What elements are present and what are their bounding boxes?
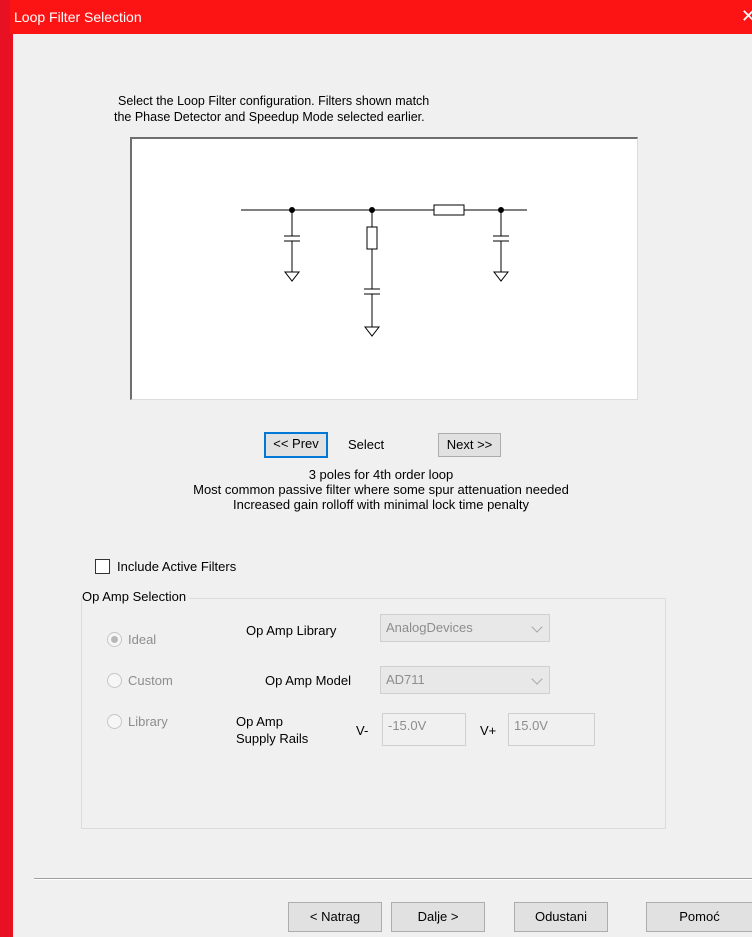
ground-symbol [283, 271, 301, 282]
supply-rails-label-2: Supply Rails [236, 731, 309, 746]
filter-info-line-2: Most common passive filter where some sp… [193, 482, 569, 497]
radio-custom[interactable] [107, 673, 122, 688]
schematic-diagram [241, 204, 527, 337]
op-amp-library-value: AnalogDevices [386, 620, 473, 635]
radio-selected-dot [111, 636, 118, 643]
instruction-line-1: Select the Loop Filter configuration. Fi… [118, 94, 430, 108]
close-icon[interactable]: ✕ [741, 6, 752, 26]
title-bar[interactable]: Loop Filter Selection ✕ [10, 0, 752, 34]
back-button[interactable]: < Natrag [288, 902, 382, 932]
shunt-resistor [366, 226, 378, 250]
v-minus-input[interactable]: -15.0V [382, 713, 466, 746]
radio-ideal[interactable] [107, 632, 122, 647]
radio-custom-label[interactable]: Custom [128, 673, 173, 688]
supply-rails-label-1: Op Amp [236, 714, 283, 729]
cancel-button[interactable]: Odustani [514, 902, 608, 932]
select-label[interactable]: Select [348, 437, 384, 452]
prev-button[interactable]: << Prev [264, 432, 328, 458]
radio-library[interactable] [107, 714, 122, 729]
help-button[interactable]: Pomoć [646, 902, 752, 932]
next-button[interactable]: Dalje > [391, 902, 485, 932]
include-active-label[interactable]: Include Active Filters [117, 559, 236, 574]
footer-separator-highlight [34, 879, 752, 880]
op-amp-model-value: AD711 [386, 672, 425, 687]
op-amp-model-label: Op Amp Model [265, 673, 351, 688]
op-amp-library-label: Op Amp Library [246, 623, 337, 638]
filter-info-line-3: Increased gain rolloff with minimal lock… [232, 497, 529, 512]
window-title: Loop Filter Selection [14, 9, 142, 25]
filter-info-line-1: 3 poles for 4th order loop [308, 467, 454, 482]
instruction-line-2: the Phase Detector and Speedup Mode sele… [114, 110, 425, 124]
ground-symbol [363, 326, 381, 337]
include-active-checkbox[interactable] [95, 559, 110, 574]
radio-library-label[interactable]: Library [128, 714, 168, 729]
radio-ideal-label[interactable]: Ideal [128, 632, 156, 647]
filter-schematic [130, 137, 638, 400]
v-minus-label: V- [356, 723, 369, 738]
ground-symbol [492, 271, 510, 282]
op-amp-group-label: Op Amp Selection [82, 589, 190, 604]
v-plus-input[interactable]: 15.0V [508, 713, 595, 746]
chevron-down-icon [531, 621, 543, 633]
v-plus-label: V+ [480, 723, 497, 738]
chevron-down-icon [531, 673, 543, 685]
op-amp-model-select[interactable]: AD711 [380, 666, 550, 694]
next-filter-button[interactable]: Next >> [438, 433, 501, 457]
series-resistor [433, 204, 465, 216]
op-amp-library-select[interactable]: AnalogDevices [380, 614, 550, 642]
